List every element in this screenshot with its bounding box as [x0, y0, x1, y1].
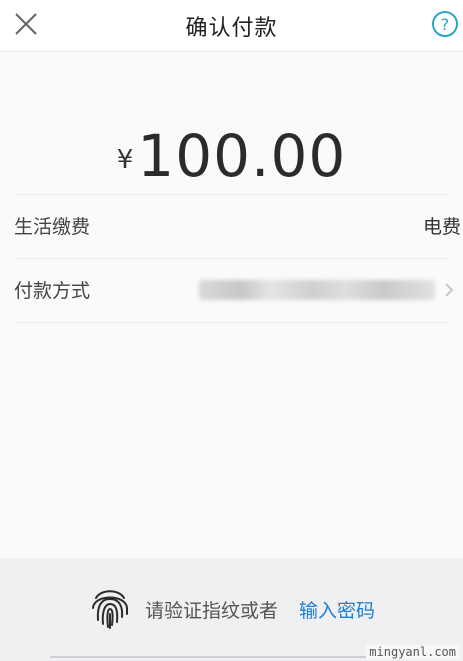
- amount-display: ¥100.00: [0, 122, 463, 190]
- service-row: 生活缴费 电费: [0, 204, 463, 248]
- chevron-right-icon: [445, 283, 454, 297]
- enter-password-link[interactable]: 输入密码: [299, 596, 375, 623]
- help-icon[interactable]: ?: [431, 10, 459, 38]
- currency-symbol: ¥: [116, 145, 134, 175]
- service-label: 生活缴费: [14, 216, 91, 238]
- watermark: mingyanl.com: [366, 645, 459, 659]
- payment-card: ¥100.00 生活缴费 电费 付款方式: [0, 52, 463, 558]
- payment-method-label: 付款方式: [14, 280, 91, 302]
- fingerprint-icon: [92, 590, 128, 629]
- divider: [14, 322, 449, 323]
- fingerprint-prompt: 请验证指纹或者: [145, 600, 279, 622]
- svg-text:?: ?: [441, 15, 450, 34]
- page-title: 确认付款: [185, 16, 278, 41]
- auth-bar: 请验证指纹或者 输入密码 mingyanl.com: [0, 558, 463, 661]
- payment-method-row[interactable]: 付款方式: [0, 268, 463, 312]
- keyboard-divider: [50, 656, 403, 658]
- header-bar: 确认付款 ?: [0, 0, 463, 52]
- payment-method-redacted: [199, 280, 435, 300]
- amount-value: 100.00: [137, 122, 347, 190]
- divider: [14, 194, 449, 195]
- service-value: 电费: [422, 216, 461, 238]
- divider: [14, 258, 449, 259]
